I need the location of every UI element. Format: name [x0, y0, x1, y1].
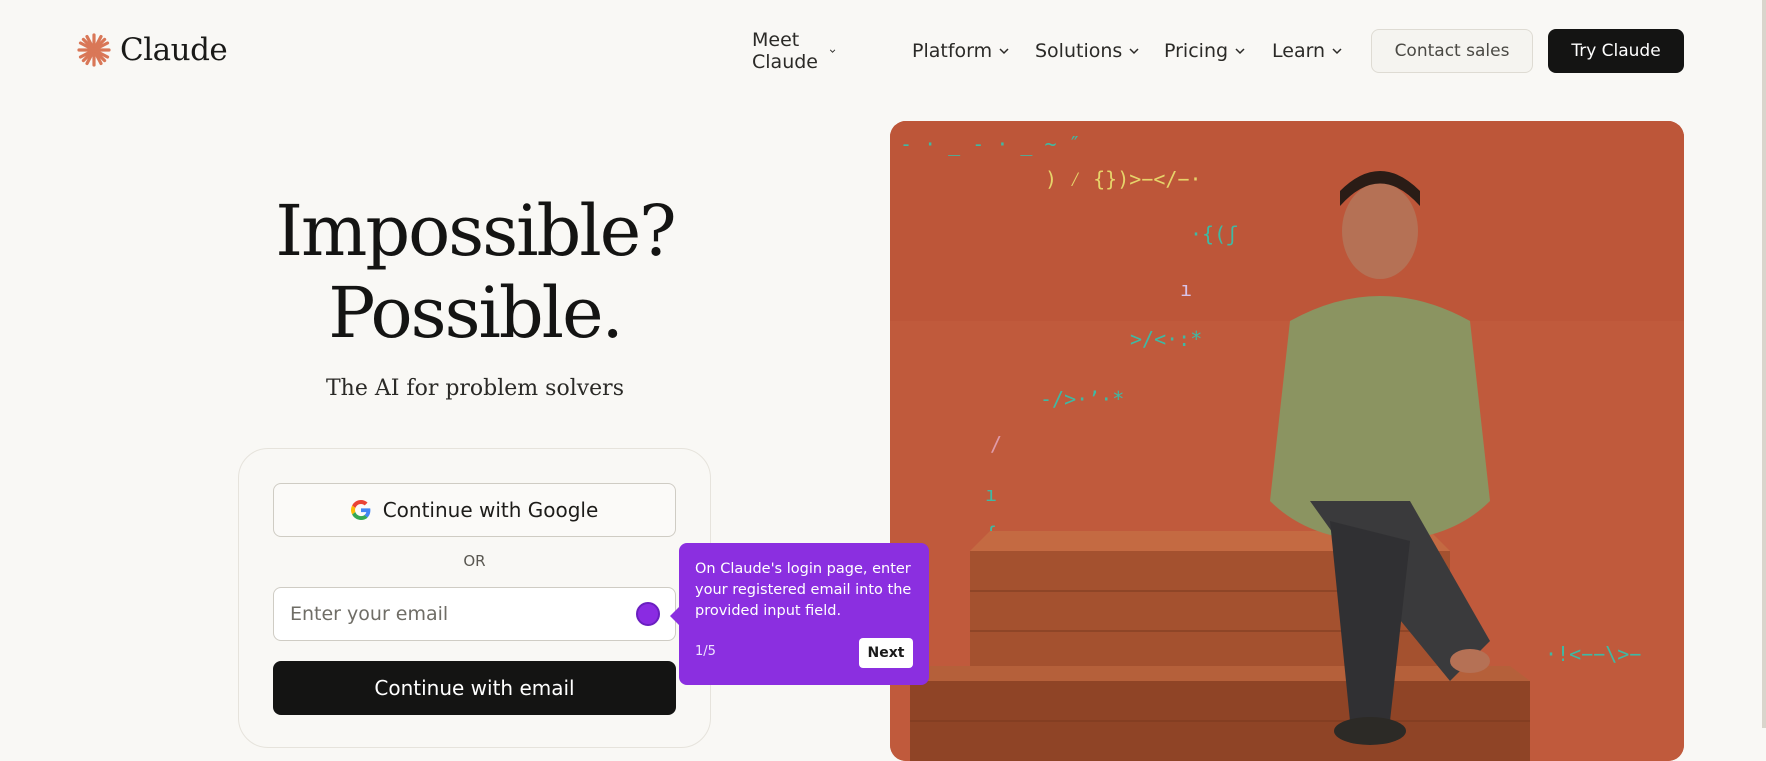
chevron-down-icon — [829, 49, 836, 53]
chevron-down-icon — [1235, 48, 1245, 55]
chevron-down-icon — [999, 48, 1009, 55]
nav-label: Pricing — [1164, 40, 1229, 62]
google-g-icon — [350, 500, 371, 520]
svg-text:·!<−−\>−: ·!<−−\>− — [1545, 642, 1641, 666]
nav-learn[interactable]: Learn — [1272, 36, 1343, 66]
claude-asterisk-icon — [77, 33, 111, 67]
tour-highlight-dot — [636, 602, 660, 626]
svg-text:ı: ı — [1180, 277, 1192, 301]
nav-platform[interactable]: Platform — [912, 36, 1010, 66]
google-button-label: Continue with Google — [382, 498, 599, 522]
nav-label: Solutions — [1035, 40, 1123, 62]
nav-solutions[interactable]: Solutions — [1035, 36, 1140, 66]
svg-text:-/>·’·*: -/>·’·* — [1040, 387, 1124, 411]
window-edge — [1762, 0, 1766, 728]
hero-subtitle: The AI for problem solvers — [326, 376, 624, 401]
nav-label: Learn — [1272, 40, 1326, 62]
hero-headline: Impossible? Possible. — [190, 190, 760, 354]
nav-meet-claude[interactable]: Meet Claude — [752, 29, 836, 73]
email-input[interactable] — [273, 587, 676, 641]
svg-text:- · _ - · _ ~ ″: - · _ - · _ ~ ″ — [900, 132, 1081, 156]
tour-message: On Claude's login page, enter your regis… — [695, 561, 912, 619]
svg-text:·{(ʃ: ·{(ʃ — [1190, 222, 1238, 246]
svg-text:) ⁄ {})>−</−·: ) ⁄ {})>−</−· — [1045, 167, 1202, 191]
claude-logo[interactable]: Claude — [76, 32, 228, 68]
svg-text:ı: ı — [985, 482, 997, 506]
headline-line-2: Possible. — [328, 272, 624, 354]
svg-text:>/<·:*: >/<·:* — [1130, 327, 1202, 351]
tour-tooltip: On Claude's login page, enter your regis… — [670, 543, 929, 685]
hero-illustration: - · _ - · _ ~ ″ ) ⁄ {})>−</−· ·{(ʃ ı >/<… — [890, 121, 1684, 761]
continue-with-email-button[interactable]: Continue with email — [273, 661, 676, 715]
chevron-down-icon — [1129, 48, 1139, 55]
nav-pricing[interactable]: Pricing — [1164, 36, 1246, 66]
try-claude-button[interactable]: Try Claude — [1548, 29, 1684, 73]
headline-line-1: Impossible? — [275, 190, 676, 272]
nav-label: Platform — [912, 40, 993, 62]
continue-with-google-button[interactable]: Continue with Google — [273, 483, 676, 537]
or-divider: OR — [463, 552, 486, 570]
nav-label: Meet Claude — [752, 29, 818, 73]
contact-sales-button[interactable]: Contact sales — [1371, 29, 1533, 73]
chevron-down-icon — [1332, 48, 1342, 55]
svg-text:/: / — [990, 432, 1002, 456]
tour-step-counter: 1/5 — [695, 644, 716, 659]
tour-next-button[interactable]: Next — [859, 638, 913, 668]
brand-name: Claude — [120, 32, 228, 68]
hero-image: - · _ - · _ ~ ″ ) ⁄ {})>−</−· ·{(ʃ ı >/<… — [890, 121, 1684, 761]
